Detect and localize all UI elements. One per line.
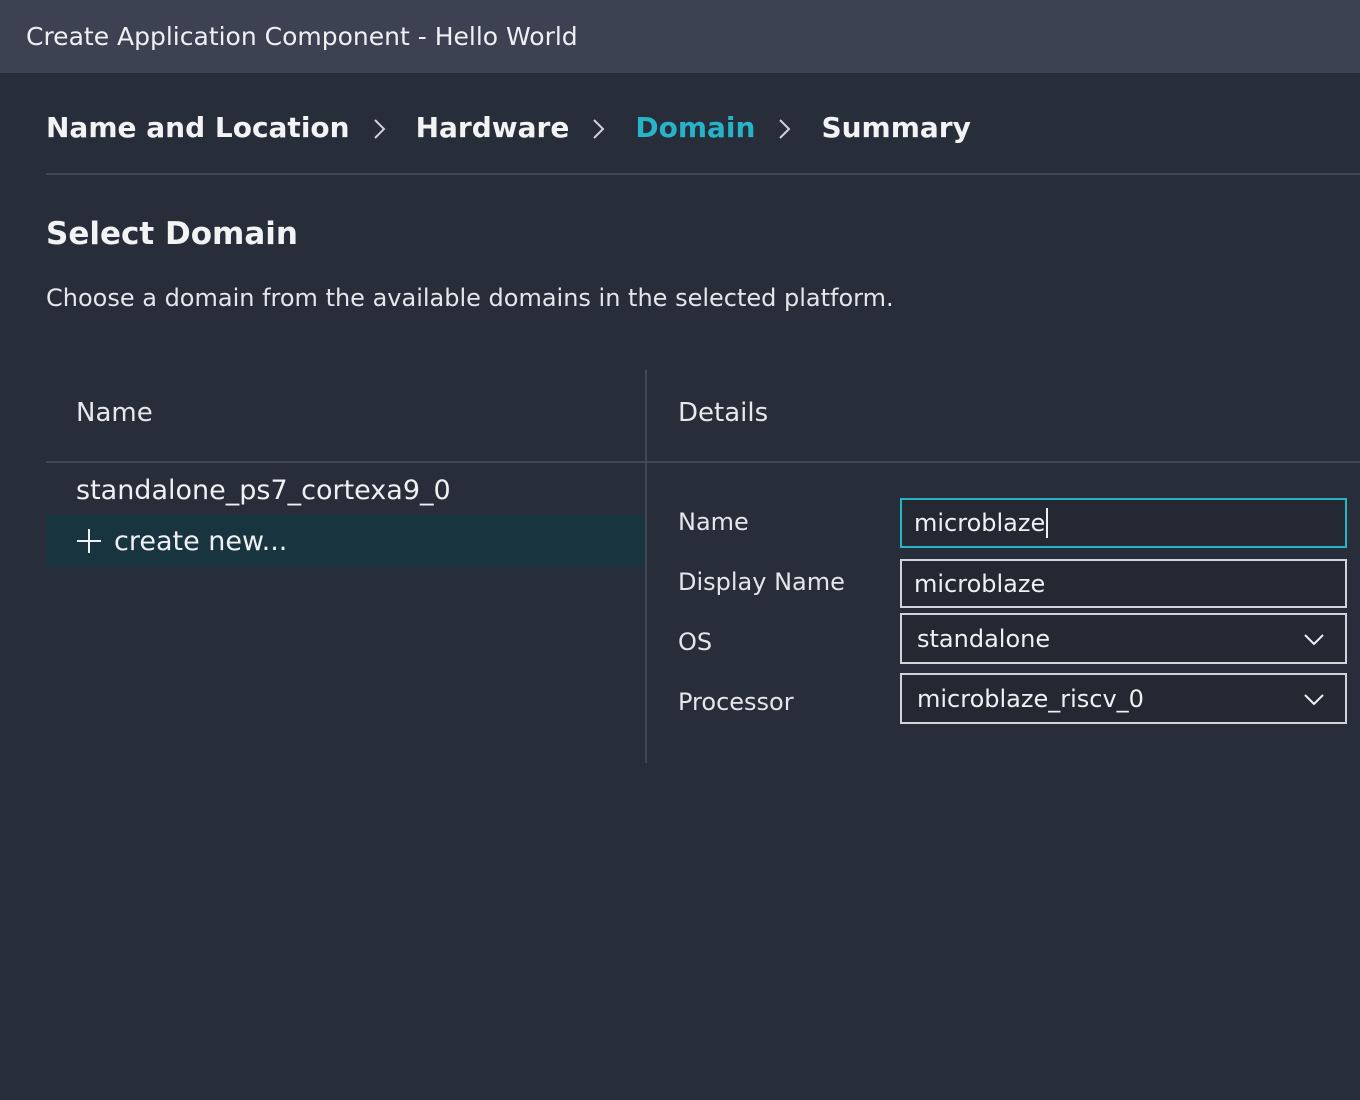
window-title: Create Application Component - Hello Wor… — [26, 22, 578, 51]
processor-select[interactable]: microblaze_riscv_0 — [900, 673, 1347, 724]
domain-list-header: Name — [76, 398, 153, 428]
chevron-right-icon — [363, 104, 403, 150]
step-name-and-location[interactable]: Name and Location — [46, 111, 350, 144]
display-name-input-value: microblaze — [914, 569, 1046, 598]
chevron-down-icon — [1303, 625, 1325, 653]
domain-item-standalone[interactable]: standalone_ps7_cortexa9_0 — [46, 464, 644, 516]
processor-label: Processor — [678, 688, 794, 716]
os-select[interactable]: standalone — [900, 613, 1347, 664]
text-caret — [1046, 508, 1049, 538]
step-domain[interactable]: Domain — [635, 111, 755, 144]
step-hardware[interactable]: Hardware — [416, 111, 570, 144]
display-name-label: Display Name — [678, 568, 845, 596]
chevron-right-icon — [768, 104, 808, 150]
panel-divider-vertical — [645, 370, 647, 763]
chevron-down-icon — [1303, 685, 1325, 713]
step-summary[interactable]: Summary — [821, 111, 970, 144]
name-label: Name — [678, 508, 749, 536]
plus-icon — [76, 528, 102, 554]
name-input-value: microblaze — [914, 509, 1046, 537]
window-titlebar: Create Application Component - Hello Wor… — [0, 0, 1360, 73]
processor-select-value: microblaze_riscv_0 — [917, 684, 1144, 713]
details-header: Details — [678, 398, 769, 428]
display-name-input[interactable]: microblaze — [900, 559, 1347, 608]
os-select-value: standalone — [917, 624, 1051, 653]
page-title: Select Domain — [46, 216, 298, 252]
panel-divider-horizontal — [46, 461, 1360, 463]
chevron-right-icon — [582, 104, 622, 150]
page-description: Choose a domain from the available domai… — [46, 284, 894, 312]
name-input[interactable]: microblaze — [900, 498, 1347, 548]
domain-item-create-new[interactable]: create new... — [46, 515, 644, 567]
domain-item-label: standalone_ps7_cortexa9_0 — [76, 474, 451, 506]
header-divider — [46, 173, 1360, 175]
os-label: OS — [678, 628, 713, 656]
domain-item-label: create new... — [114, 525, 288, 557]
wizard-breadcrumb: Name and Location Hardware Domain Summar… — [46, 104, 971, 150]
